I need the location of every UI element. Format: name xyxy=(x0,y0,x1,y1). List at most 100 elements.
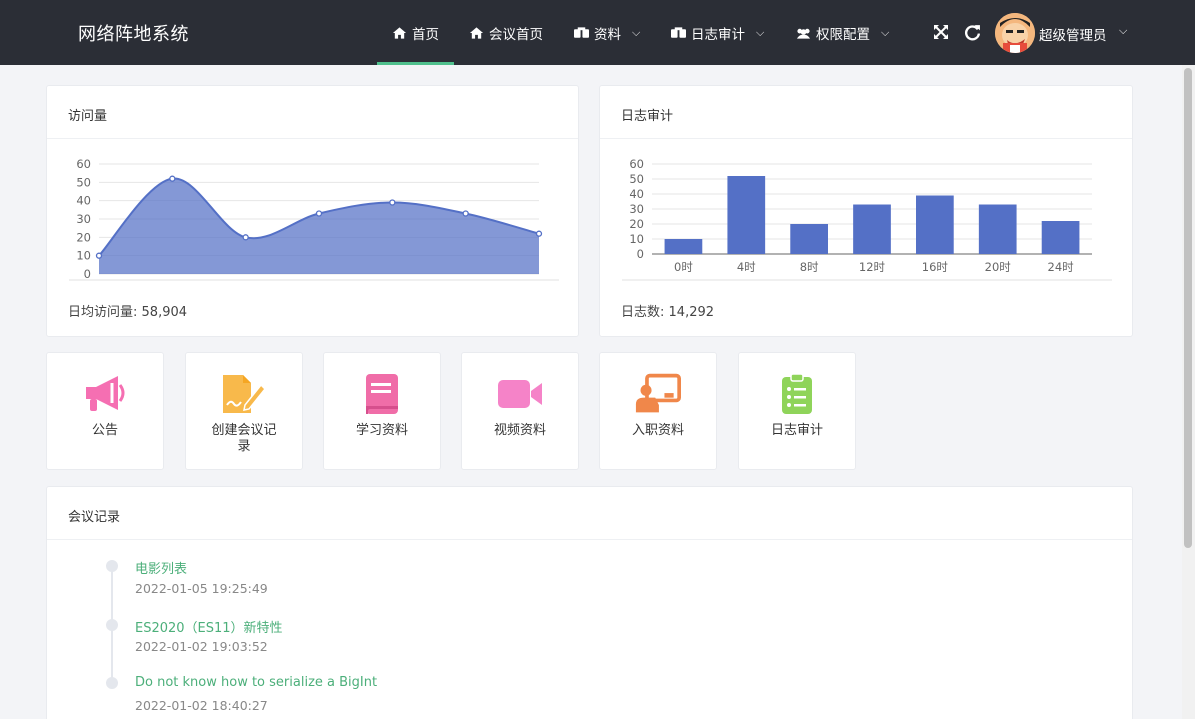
bar xyxy=(853,204,891,254)
meeting-item-time: 2022-01-02 18:40:27 xyxy=(135,698,268,713)
x-tick-label: 4时 xyxy=(737,260,756,274)
timeline-dot xyxy=(106,560,118,572)
visits-card-title: 访问量 xyxy=(68,109,108,124)
y-tick-label: 0 xyxy=(637,247,644,261)
book-icon xyxy=(359,373,405,415)
x-tick-label: 12时 xyxy=(859,260,886,274)
nav-meeting-home[interactable]: 会议首页 xyxy=(469,0,543,65)
divider xyxy=(47,539,1132,540)
y-tick-label: 30 xyxy=(629,202,644,216)
refresh-button[interactable] xyxy=(962,22,982,42)
logs-footer-label: 日志数: xyxy=(621,305,665,320)
y-tick-label: 20 xyxy=(76,230,91,244)
tile-label: 视频资料 xyxy=(493,423,546,438)
timeline-dot xyxy=(106,619,118,631)
x-tick-label: 20时 xyxy=(985,260,1012,274)
logs-footer-value: 14,292 xyxy=(668,305,715,320)
y-tick-label: 10 xyxy=(629,232,644,246)
y-tick-label: 50 xyxy=(629,172,644,186)
data-point xyxy=(315,210,323,217)
visits-footer-value: 58,904 xyxy=(141,305,188,320)
chevron-down-icon: ⌵ xyxy=(756,25,765,39)
tile-label: 创建会议记录 xyxy=(211,423,277,454)
meeting-records-title: 会议记录 xyxy=(68,510,121,525)
tile-label: 公告 xyxy=(91,423,118,438)
boxes-icon xyxy=(574,25,589,40)
meeting-item-title[interactable]: 电影列表 xyxy=(135,558,187,577)
y-tick-label: 0 xyxy=(84,267,91,281)
chevron-down-icon: ⌵ xyxy=(881,25,890,39)
tile-onboarding-materials[interactable]: 入职资料 xyxy=(599,352,717,470)
nav-permissions[interactable]: 权限配置 ⌵ xyxy=(796,0,889,65)
clipboard-list-icon xyxy=(774,373,820,415)
meeting-item-time: 2022-01-02 19:03:52 xyxy=(135,639,268,654)
data-point xyxy=(535,230,543,237)
chevron-down-icon[interactable]: ⌵ xyxy=(1119,24,1127,38)
visits-area-chart: 0 10 20 30 40 50 60 xyxy=(69,157,559,281)
x-tick-label: 16时 xyxy=(922,260,949,274)
bar xyxy=(727,176,766,254)
home-icon xyxy=(392,25,407,40)
bar xyxy=(664,239,703,254)
avatar[interactable] xyxy=(995,13,1035,53)
user-name[interactable]: 超级管理员 xyxy=(1039,24,1107,44)
nav-meeting-home-label: 会议首页 xyxy=(489,26,543,43)
video-camera-icon xyxy=(497,373,543,415)
tile-label: 入职资料 xyxy=(631,423,684,438)
y-tick-label: 20 xyxy=(629,217,644,231)
tile-study-materials[interactable]: 学习资料 xyxy=(323,352,441,470)
x-tick-label: 24时 xyxy=(1048,260,1075,274)
teacher-board-icon xyxy=(635,373,681,415)
nav-active-indicator xyxy=(377,62,454,65)
x-tick-label: 0时 xyxy=(674,260,693,274)
scrollbar-thumb[interactable] xyxy=(1184,68,1192,548)
brand-title: 网络阵地系统 xyxy=(78,24,189,45)
nav-materials[interactable]: 资料 ⌵ xyxy=(574,0,640,65)
bar xyxy=(916,195,954,254)
nav-permissions-label: 权限配置 xyxy=(816,26,870,43)
megaphone-icon xyxy=(82,373,128,415)
data-point xyxy=(242,234,249,241)
meeting-item-time: 2022-01-05 19:25:49 xyxy=(135,581,268,596)
data-point xyxy=(389,199,396,206)
meeting-item-title[interactable]: ES2020（ES11）新特性 xyxy=(135,617,283,636)
area-fill xyxy=(99,178,539,274)
data-point xyxy=(169,175,176,182)
meeting-item-title[interactable]: Do not know how to serialize a BigInt xyxy=(135,675,377,690)
visits-card: 访问量 0 10 20 30 40 50 60 日均访问量: 58,904 xyxy=(46,85,579,337)
y-tick-label: 40 xyxy=(629,187,644,201)
logs-bar-chart: 0102030405060 0时 4时 8时 12时 16时 20时 24时 xyxy=(622,157,1112,281)
document-edit-icon xyxy=(221,373,267,415)
bar xyxy=(790,224,828,254)
nav-log-audit[interactable]: 日志审计 ⌵ xyxy=(671,0,764,65)
visits-footer-label: 日均访问量: xyxy=(68,305,138,320)
timeline-dot xyxy=(106,677,118,689)
tile-video-materials[interactable]: 视频资料 xyxy=(461,352,579,470)
y-tick-label: 50 xyxy=(76,175,91,189)
y-tick-label: 40 xyxy=(76,194,91,208)
nav-materials-label: 资料 xyxy=(594,26,621,43)
tile-create-meeting[interactable]: 创建会议记录 xyxy=(185,352,303,470)
fullscreen-button[interactable] xyxy=(931,22,951,42)
logs-card-title: 日志审计 xyxy=(621,109,674,124)
x-tick-label: 8时 xyxy=(800,260,819,274)
y-tick-label: 10 xyxy=(76,249,91,263)
nav-home[interactable]: 首页 xyxy=(392,0,439,65)
tile-log-audit[interactable]: 日志审计 xyxy=(738,352,856,470)
logs-card: 日志审计 0 10 20 30 40 50 60 0时 4时 8时 12时 16时 20时 24时 日志数… xyxy=(599,85,1133,337)
boxes-icon xyxy=(671,25,686,40)
y-tick-label: 60 xyxy=(629,157,644,171)
divider xyxy=(47,138,578,139)
bar xyxy=(1041,221,1080,254)
users-icon xyxy=(796,25,811,40)
divider xyxy=(600,138,1132,139)
refresh-icon xyxy=(964,24,980,40)
nav-home-label: 首页 xyxy=(412,26,439,43)
visits-footer: 日均访问量: 58,904 xyxy=(68,301,187,320)
tile-announcement[interactable]: 公告 xyxy=(46,352,164,470)
tile-label: 学习资料 xyxy=(355,423,408,438)
home-icon xyxy=(469,25,484,40)
y-tick-label: 30 xyxy=(76,212,91,226)
bar xyxy=(978,204,1017,254)
nav-log-audit-label: 日志审计 xyxy=(691,26,745,43)
